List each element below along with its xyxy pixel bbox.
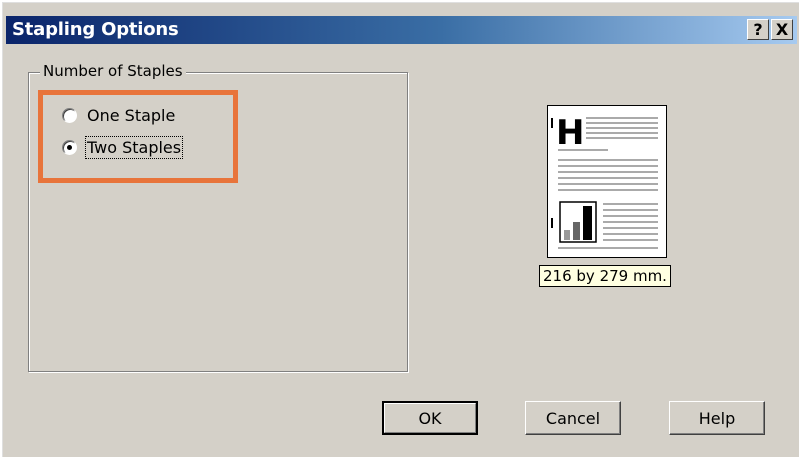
svg-text:H: H (556, 113, 584, 153)
page-preview-icon: H (547, 105, 667, 258)
close-button[interactable]: X (771, 19, 793, 40)
highlight-annotation (38, 90, 238, 183)
title-bar: Stapling Options ? X (6, 16, 797, 44)
group-label: Number of Staples (40, 62, 186, 80)
cancel-button[interactable]: Cancel (525, 401, 621, 435)
ok-button[interactable]: OK (382, 401, 478, 435)
window-title: Stapling Options (12, 19, 179, 40)
paper-size-label: 216 by 279 mm. (539, 265, 671, 287)
help-button[interactable]: Help (669, 401, 765, 435)
ok-button-label: OK (418, 409, 442, 428)
title-help-button[interactable]: ? (747, 19, 769, 40)
